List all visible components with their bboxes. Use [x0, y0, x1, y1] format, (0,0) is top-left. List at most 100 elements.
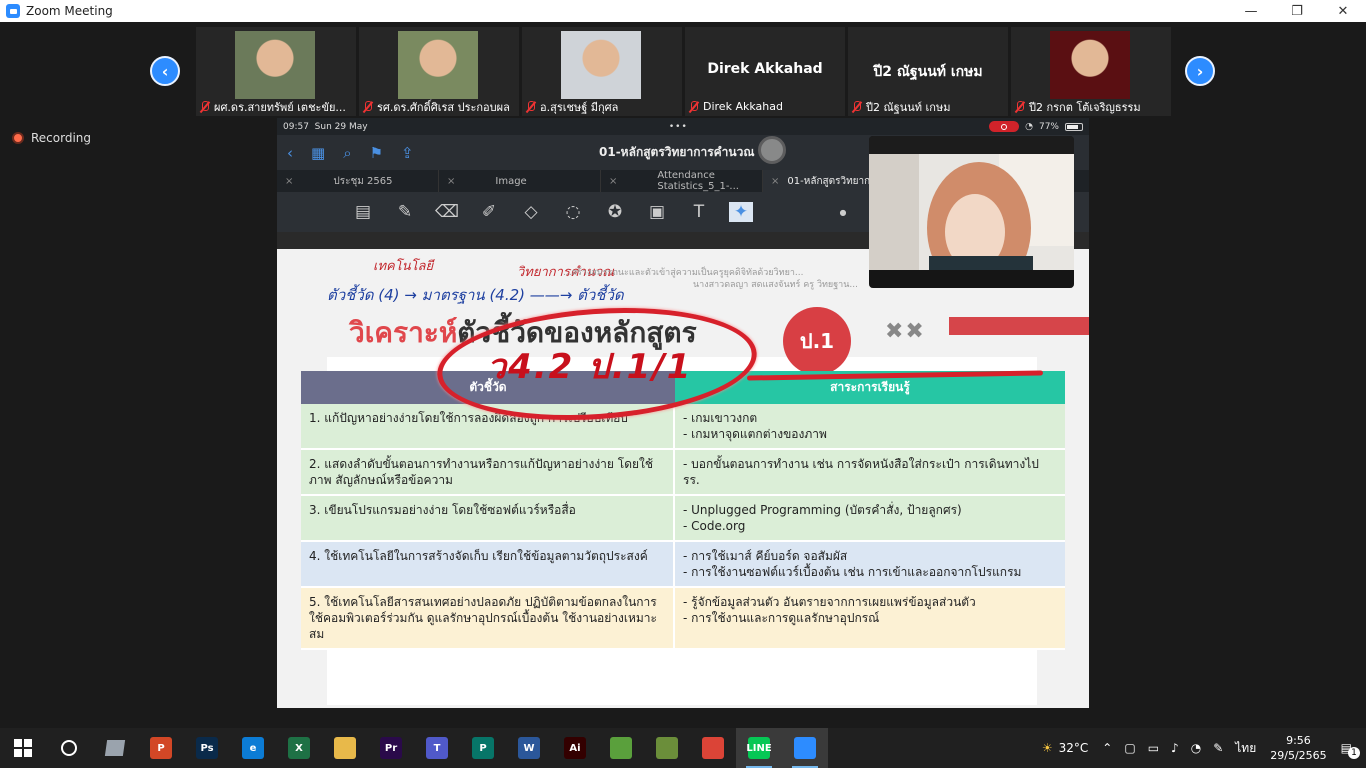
participant-label: ปี2 กรกต โต้เจริญธรรม [1014, 99, 1168, 114]
participant-tile[interactable]: อ.สุรเชษฐ์ มีกุศล [522, 27, 682, 116]
participant-label-text: อ.สุรเชษฐ์ มีกุศล [540, 100, 619, 114]
participant-name-display: Direk Akkahad [707, 61, 823, 77]
indicator-cell: 5. ใช้เทคโนโลยีสารสนเทศอย่างปลอดภัย ปฏิบ… [301, 588, 675, 648]
taskbar-app-button[interactable]: Pr [368, 728, 414, 768]
recording-icon [12, 132, 24, 144]
decorative-bar [949, 317, 1089, 335]
system-tray: ☀ 32°C ⌃ ▢ ▭ ♪ ◔ ✎ ไทย 9:56 29/5/2565 ▤ 1 [1036, 728, 1366, 768]
next-page-button[interactable]: › [1185, 56, 1215, 86]
close-tab-icon[interactable]: × [447, 176, 455, 187]
window-title: Zoom Meeting [26, 4, 113, 18]
minecraft-icon [656, 737, 678, 759]
powerpoint-icon: P [150, 737, 172, 759]
illustrator-icon: Ai [564, 737, 586, 759]
content-cell: - การใช้เมาส์ คีย์บอร์ด จอสัมผัส - การใช… [683, 549, 1022, 579]
battery-tray-icon[interactable]: ▭ [1148, 741, 1159, 755]
battery-percent: 77% [1038, 121, 1059, 132]
minimize-button[interactable]: — [1228, 0, 1274, 22]
read-mode-icon[interactable]: ▤ [351, 202, 375, 222]
eraser-icon[interactable]: ⌫ [435, 202, 459, 222]
language-indicator[interactable]: ไทย [1235, 739, 1256, 758]
microphone-icon[interactable]: ♪ [1171, 741, 1179, 755]
heading-red-part: วิเคราะห์ [349, 316, 458, 349]
participant-label-text: รศ.ดร.ศักดิ์ศิเรส ประกอบผล [377, 100, 510, 114]
participant-label: ผศ.ดร.สายทรัพย์ เตชะขัย... [199, 99, 353, 114]
previous-page-button[interactable]: ‹ [150, 56, 180, 86]
participant-label-text: ปี2 ณัฐนนท์ เกษม [866, 100, 951, 114]
taskbar-app-button[interactable] [690, 728, 736, 768]
temperature[interactable]: 32°C [1059, 741, 1089, 755]
taskbar-app-button[interactable] [322, 728, 368, 768]
taskbar-app-button[interactable]: e [230, 728, 276, 768]
pen-icon[interactable]: ✎ [393, 202, 417, 222]
search-button[interactable] [46, 728, 92, 768]
maximize-button[interactable]: ❐ [1274, 0, 1320, 22]
back-icon[interactable]: ‹ [287, 144, 293, 162]
taskbar-app-button[interactable]: T [414, 728, 460, 768]
notification-icon[interactable]: ▤ 1 [1341, 741, 1360, 759]
taskbar-app-button[interactable] [644, 728, 690, 768]
weather-icon[interactable]: ☀ [1042, 741, 1053, 755]
clock[interactable]: 9:56 29/5/2565 [1270, 733, 1326, 763]
indicator-cell: 4. ใช้เทคโนโลยีในการสร้างจัดเก็บ เรียกใช… [301, 542, 675, 586]
meet-now-icon[interactable]: ▢ [1124, 741, 1135, 755]
muted-mic-icon [199, 100, 210, 113]
task-view-button[interactable] [92, 728, 138, 768]
table-row: 2. แสดงลำดับขั้นตอนการทำงานหรือการแก้ปัญ… [301, 450, 1065, 496]
taskbar-app-button[interactable] [782, 728, 828, 768]
participant-tile[interactable]: รศ.ดร.ศักดิ์ศิเรส ประกอบผล [359, 27, 519, 116]
laser-pointer-icon[interactable]: ✦ [729, 202, 753, 222]
taskbar-app-button[interactable]: P [460, 728, 506, 768]
image-icon[interactable]: ▣ [645, 202, 669, 222]
taskbar-app-button[interactable]: Ai [552, 728, 598, 768]
document-title[interactable]: 01-หลักสูตรวิทยาการคำนวณ [599, 143, 754, 162]
start-button[interactable] [0, 728, 46, 768]
taskbar-app-button[interactable]: W [506, 728, 552, 768]
tab-label: ประชุม 2565 [333, 175, 393, 187]
taskbar-app-button[interactable] [598, 728, 644, 768]
document-tab[interactable]: × ประชุม 2565 [277, 170, 439, 192]
table-row: 4. ใช้เทคโนโลยีในการสร้างจัดเก็บ เรียกใช… [301, 542, 1065, 588]
close-button[interactable]: ✕ [1320, 0, 1366, 22]
table-row: 3. เขียนโปรแกรมอย่างง่าย โดยใช้ซอฟต์แวร์… [301, 496, 1065, 542]
grid-icon[interactable]: ▦ [311, 144, 325, 162]
pen-workspace-icon[interactable]: ✎ [1213, 741, 1223, 755]
close-tab-icon[interactable]: × [285, 176, 293, 187]
show-hidden-icons-icon[interactable]: ⌃ [1102, 741, 1112, 755]
word-icon: W [518, 737, 540, 759]
recording-indicator[interactable]: Recording [12, 131, 91, 145]
sticker-icon[interactable]: ✪ [603, 202, 627, 222]
stack-icon [610, 737, 632, 759]
highlighter-icon[interactable]: ✐ [477, 202, 501, 222]
search-icon[interactable]: ⌕ [343, 144, 351, 162]
shape-icon[interactable]: ◇ [519, 202, 543, 222]
network-icon[interactable]: ◔ [1191, 741, 1201, 755]
participant-tile[interactable]: ผศ.ดร.สายทรัพย์ เตชะขัย... [196, 27, 356, 116]
handwriting-technology: เทคโนโลยี [373, 259, 434, 274]
pen-size-dot-icon[interactable]: ● [831, 208, 855, 217]
share-icon[interactable]: ⇪ [401, 144, 414, 162]
participant-label-text: ปี2 กรกต โต้เจริญธรรม [1029, 100, 1141, 114]
clock-time: 9:56 [1286, 734, 1311, 747]
participant-tile[interactable]: ปี2 ณัฐนนท์ เกษม ปี2 ณัฐนนท์ เกษม [848, 27, 1008, 116]
document-tab[interactable]: × Attendance Statistics_5_1-... [601, 170, 763, 192]
participant-label: Direk Akkahad [688, 99, 842, 114]
document-tab[interactable]: × Image [439, 170, 601, 192]
title-bar: Zoom Meeting — ❐ ✕ [0, 0, 1366, 22]
bookmark-icon[interactable]: ⚑ [370, 144, 383, 162]
taskbar-app-button[interactable]: Ps [184, 728, 230, 768]
participant-tile[interactable]: ปี2 กรกต โต้เจริญธรรม [1011, 27, 1171, 116]
edge-icon: e [242, 737, 264, 759]
taskbar-app-button[interactable]: P [138, 728, 184, 768]
taskbar-app-button[interactable]: LINE [736, 728, 782, 768]
speaker-video-pip[interactable] [869, 136, 1074, 288]
taskbar-app-button[interactable]: X [276, 728, 322, 768]
task-view-icon [104, 740, 126, 756]
close-tab-icon[interactable]: × [609, 176, 617, 187]
text-icon[interactable]: T [687, 202, 711, 222]
publisher-icon: P [472, 737, 494, 759]
participant-tile[interactable]: Direk Akkahad Direk Akkahad [685, 27, 845, 116]
muted-mic-icon [362, 100, 373, 113]
close-tab-icon[interactable]: × [771, 176, 779, 187]
lasso-icon[interactable]: ◌ [561, 202, 585, 222]
